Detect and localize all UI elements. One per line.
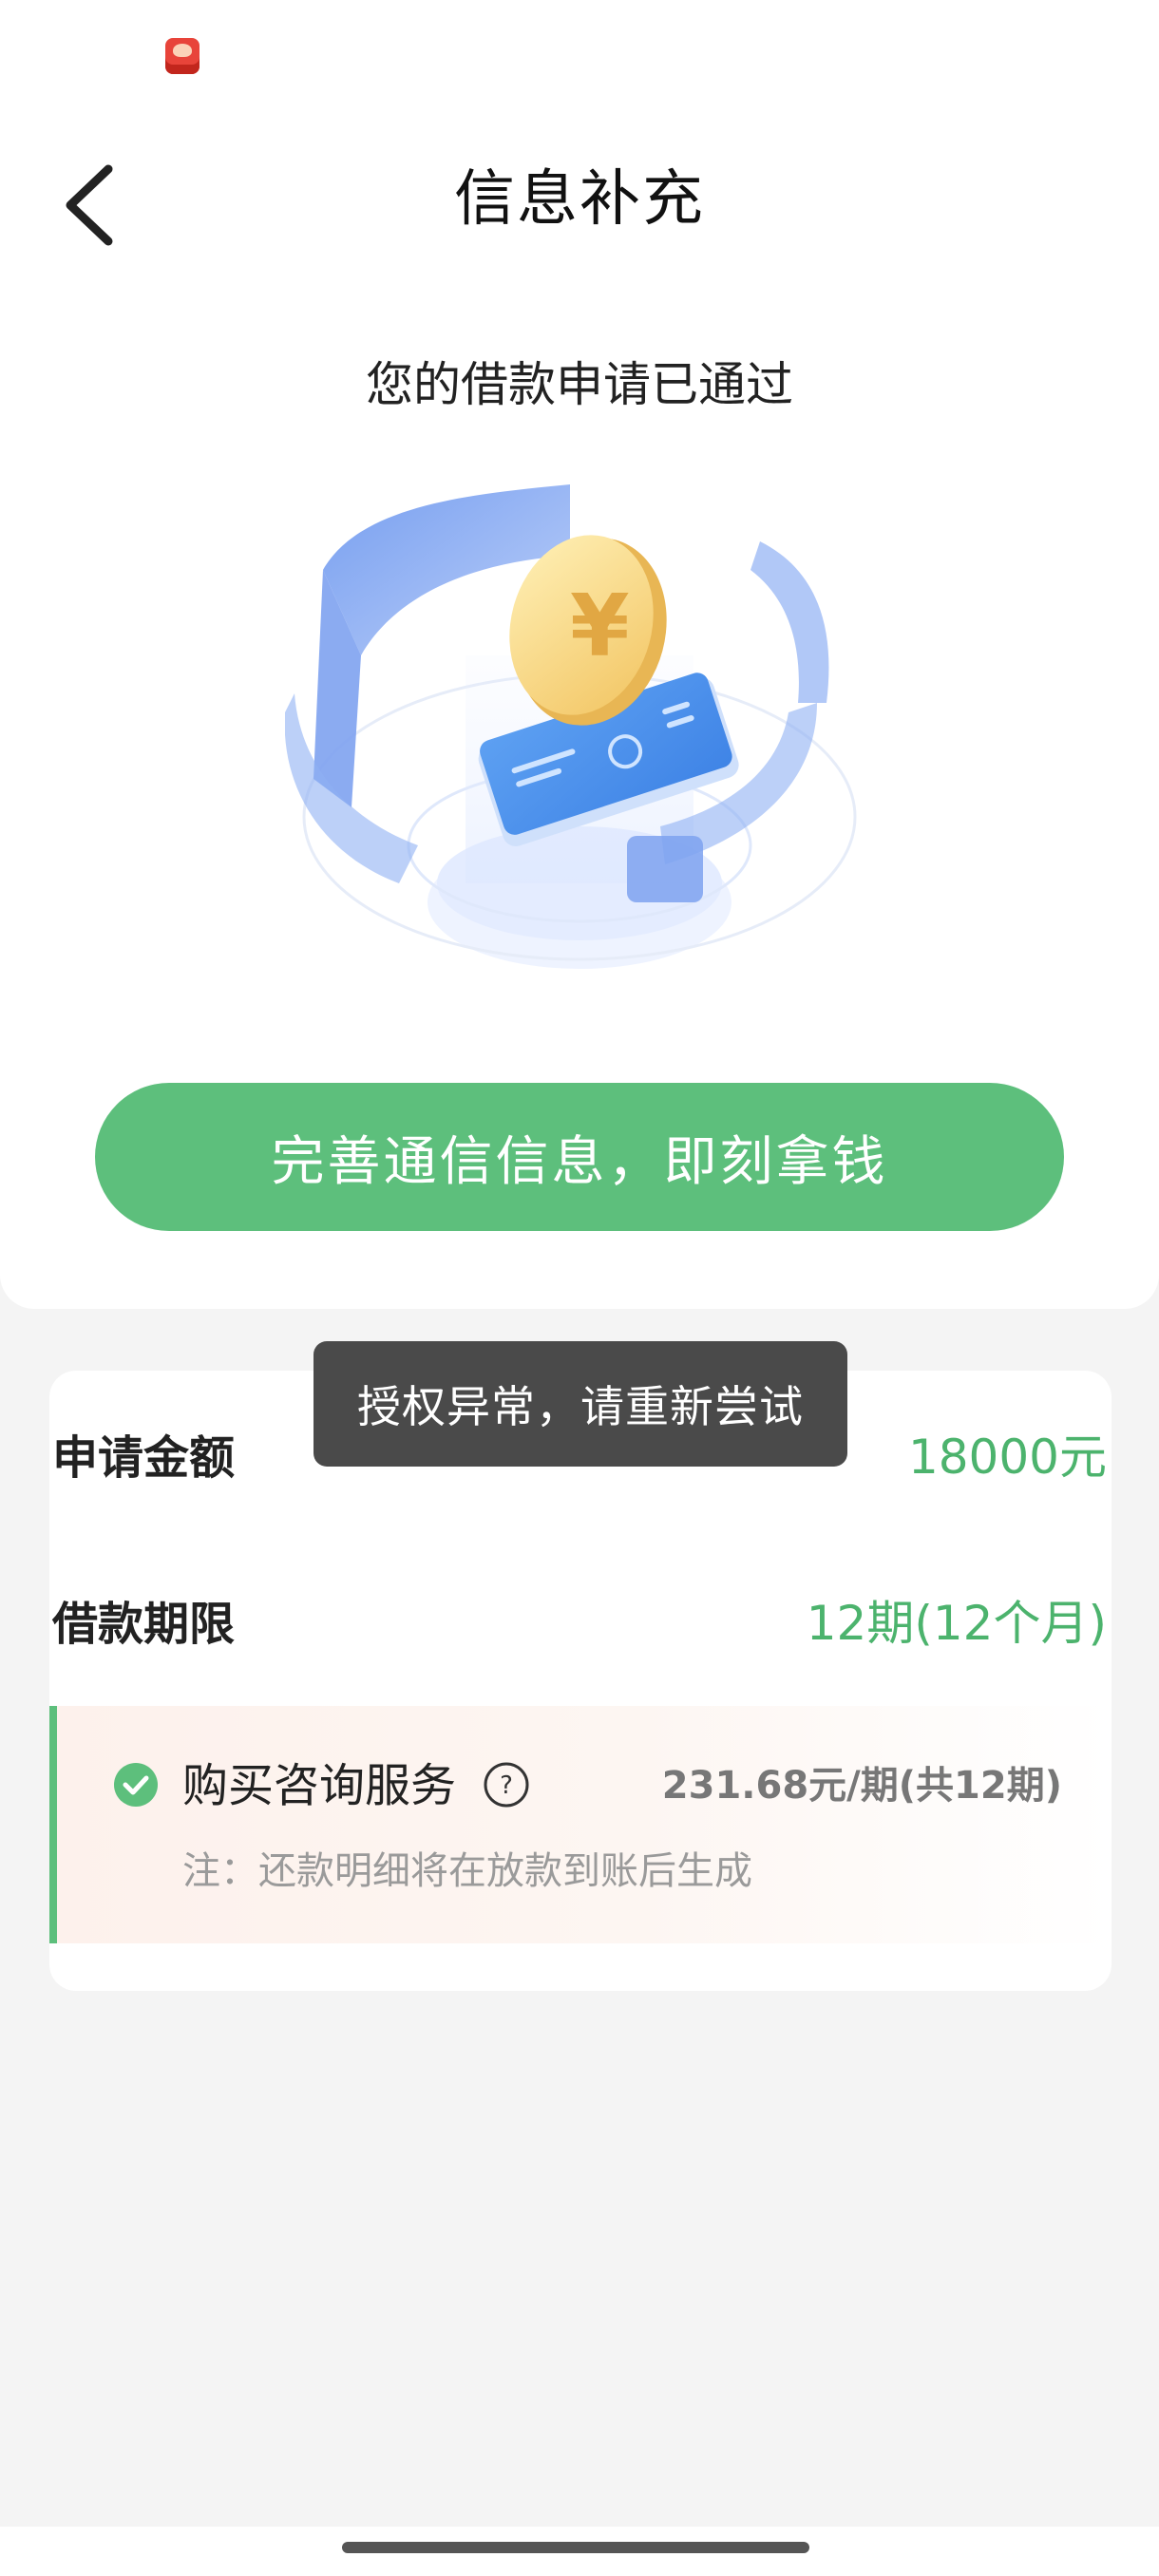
error-toast: 授权异常，请重新尝试 bbox=[314, 1341, 847, 1467]
home-indicator[interactable] bbox=[342, 2542, 809, 2553]
term-row: 借款期限 12期(12个月) bbox=[52, 1582, 1107, 1657]
service-price: 231.68元/期(共12期) bbox=[661, 1764, 1062, 1808]
header: 信息补充 bbox=[0, 133, 1159, 275]
app-notification-icon bbox=[165, 38, 200, 74]
question-circle-icon[interactable]: ? bbox=[483, 1761, 530, 1809]
page-title: 信息补充 bbox=[454, 164, 705, 235]
amount-value: 18000元 bbox=[907, 1430, 1107, 1485]
svg-text:¥: ¥ bbox=[570, 577, 630, 676]
term-label: 借款期限 bbox=[52, 1598, 236, 1651]
approval-card: 您的借款申请已通过 ¥ 完善通信信息，即刻拿钱 bbox=[0, 275, 1159, 1309]
term-value: 12期(12个月) bbox=[806, 1596, 1107, 1651]
check-circle-icon[interactable] bbox=[114, 1763, 158, 1807]
consulting-service-option[interactable]: 购买咨询服务 ? 231.68元/期(共12期) 注：还款明细将在放款到账后生成 bbox=[49, 1706, 1112, 1943]
coin-phone-illustration: ¥ bbox=[285, 484, 857, 969]
service-note: 注：还款明细将在放款到账后生成 bbox=[182, 1849, 752, 1893]
status-bar bbox=[0, 0, 1159, 133]
amount-label: 申请金额 bbox=[52, 1431, 236, 1485]
complete-info-button[interactable]: 完善通信信息，即刻拿钱 bbox=[95, 1083, 1064, 1231]
approved-message: 您的借款申请已通过 bbox=[366, 357, 793, 412]
svg-text:?: ? bbox=[500, 1771, 513, 1800]
service-label: 购买咨询服务 bbox=[182, 1759, 457, 1812]
